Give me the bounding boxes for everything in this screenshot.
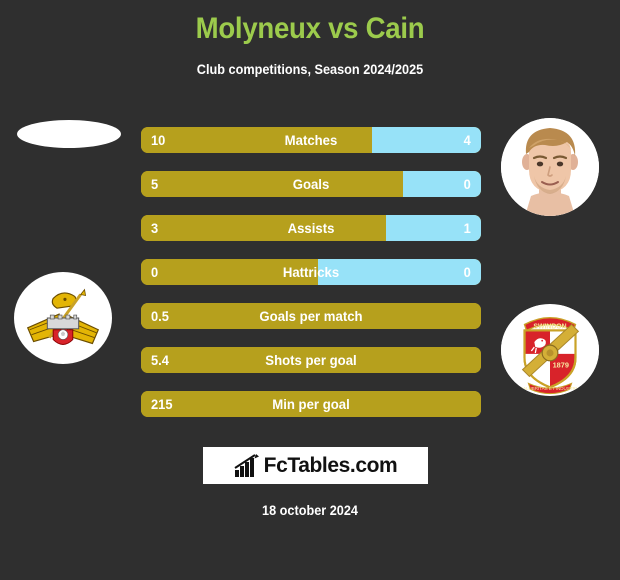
bar-chart-arrow-icon — [234, 453, 259, 477]
stat-row-min-per-goal: 215 Min per goal — [141, 391, 481, 417]
left-club-crest — [8, 254, 121, 364]
stat-row-hattricks: 0 Hattricks 0 — [141, 259, 481, 285]
fctables-logo-text: FcTables.com — [263, 453, 398, 477]
stat-label: Shots per goal — [265, 352, 357, 368]
stat-label: Goals — [292, 176, 330, 192]
stat-value-right: 4 — [463, 132, 471, 148]
stat-label: Goals per match — [259, 308, 363, 324]
left-player-avatar — [8, 118, 121, 218]
swindon-town-crest-icon: SWINDON 1879 SALUBRITAS ET INDUSTRIA — [501, 304, 599, 396]
svg-text:SALUBRITAS ET INDUSTRIA: SALUBRITAS ET INDUSTRIA — [520, 386, 580, 391]
left-player-column — [2, 118, 127, 364]
svg-text:1879: 1879 — [553, 361, 569, 370]
stat-row-matches: 10 Matches 4 — [141, 127, 481, 153]
stat-row-shots-per-goal: 5.4 Shots per goal — [141, 347, 481, 373]
stat-label: Min per goal — [272, 396, 350, 412]
fctables-logo[interactable]: FcTables.com — [203, 447, 428, 484]
header: Molyneux vs Cain Club competitions, Seas… — [0, 0, 620, 77]
page-title: Molyneux vs Cain — [195, 12, 425, 45]
report-date: 18 october 2024 — [262, 503, 358, 518]
right-club-crest: SWINDON 1879 SALUBRITAS ET INDUSTRIA — [495, 254, 608, 396]
stat-value-right: 0 — [463, 264, 471, 280]
stats-bar-chart: 10 Matches 4 5 Goals 0 3 Assists 1 0 Hat… — [141, 127, 481, 435]
page-subtitle: Club competitions, Season 2024/2025 — [196, 62, 424, 77]
stat-value-right: 1 — [463, 220, 471, 236]
stat-row-goals: 5 Goals 0 — [141, 171, 481, 197]
stat-value-right: 0 — [463, 176, 471, 192]
doncaster-rovers-crest-icon — [26, 288, 100, 345]
stat-label: Hattricks — [282, 264, 340, 280]
left-player-photo-placeholder — [17, 120, 121, 148]
stat-row-goals-per-match: 0.5 Goals per match — [141, 303, 481, 329]
stat-row-assists: 3 Assists 1 — [141, 215, 481, 241]
stat-label: Matches — [284, 132, 338, 148]
right-player-column: SWINDON 1879 SALUBRITAS ET INDUSTRIA — [489, 118, 614, 396]
player-photo-icon — [501, 118, 599, 216]
right-player-avatar — [495, 118, 608, 218]
stat-label: Assists — [287, 220, 335, 236]
